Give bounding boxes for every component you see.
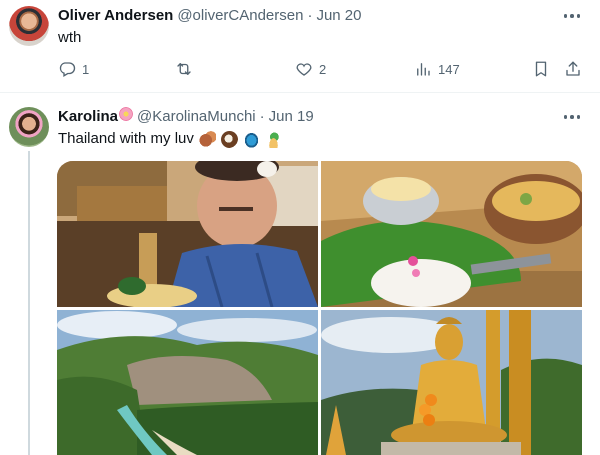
views-bar-icon: [417, 63, 430, 76]
avatar[interactable]: [9, 6, 49, 46]
tweet-date[interactable]: Jun 19: [269, 107, 314, 127]
more-dots-icon[interactable]: [563, 6, 580, 26]
media-grid: [57, 161, 582, 455]
tweet-text-content: Thailand with my luv: [58, 130, 194, 147]
tweet-oliver[interactable]: Oliver Andersen @oliverCAndersen · Jun 2…: [0, 0, 600, 93]
tweet-header: Karolina @KarolinaMunchi · Jun 19: [58, 107, 314, 127]
tweet-actions: 1 2 147: [58, 60, 588, 80]
more-dots-icon[interactable]: [563, 107, 580, 127]
reply-count: 1: [82, 61, 90, 77]
diving-mask-icon: [242, 130, 260, 148]
photo-landscape[interactable]: [57, 310, 318, 455]
tweet-text: wth: [58, 29, 82, 46]
tweet-text: Thailand with my luv: [58, 129, 282, 149]
cherry-blossom-icon: [119, 107, 134, 121]
share-icon: [566, 61, 580, 76]
retweet-button[interactable]: [175, 60, 199, 78]
tweet-karolina[interactable]: Karolina @KarolinaMunchi · Jun 19 Thaila…: [0, 93, 600, 455]
display-name[interactable]: Karolina: [58, 107, 118, 127]
thread-line: [28, 151, 30, 455]
photo-buddha[interactable]: [321, 310, 582, 455]
desert-island-icon: [264, 130, 282, 148]
views-button[interactable]: 147: [414, 60, 460, 78]
photo-food[interactable]: [321, 161, 582, 307]
reply-icon: [59, 62, 76, 77]
separator: ·: [307, 7, 313, 24]
user-handle[interactable]: @KarolinaMunchi: [137, 107, 256, 127]
share-button[interactable]: [564, 60, 582, 78]
photo-selfie[interactable]: [57, 161, 318, 307]
chipmunk-icon: [198, 130, 216, 148]
bookmark-icon: [535, 61, 547, 77]
user-handle[interactable]: @oliverCAndersen: [177, 6, 303, 26]
like-count: 2: [319, 61, 327, 77]
display-name[interactable]: Oliver Andersen: [58, 6, 173, 26]
coconut-icon: [220, 130, 238, 148]
retweet-icon: [177, 63, 191, 75]
tweet-date[interactable]: Jun 20: [316, 6, 361, 26]
bookmark-button[interactable]: [532, 60, 550, 78]
tweet-header: Oliver Andersen @oliverCAndersen · Jun 2…: [58, 6, 362, 26]
like-button[interactable]: 2: [295, 60, 326, 78]
avatar[interactable]: [9, 107, 49, 147]
views-count: 147: [438, 61, 460, 77]
separator: ·: [259, 108, 265, 125]
reply-button[interactable]: 1: [58, 60, 89, 78]
heart-icon: [296, 63, 312, 76]
